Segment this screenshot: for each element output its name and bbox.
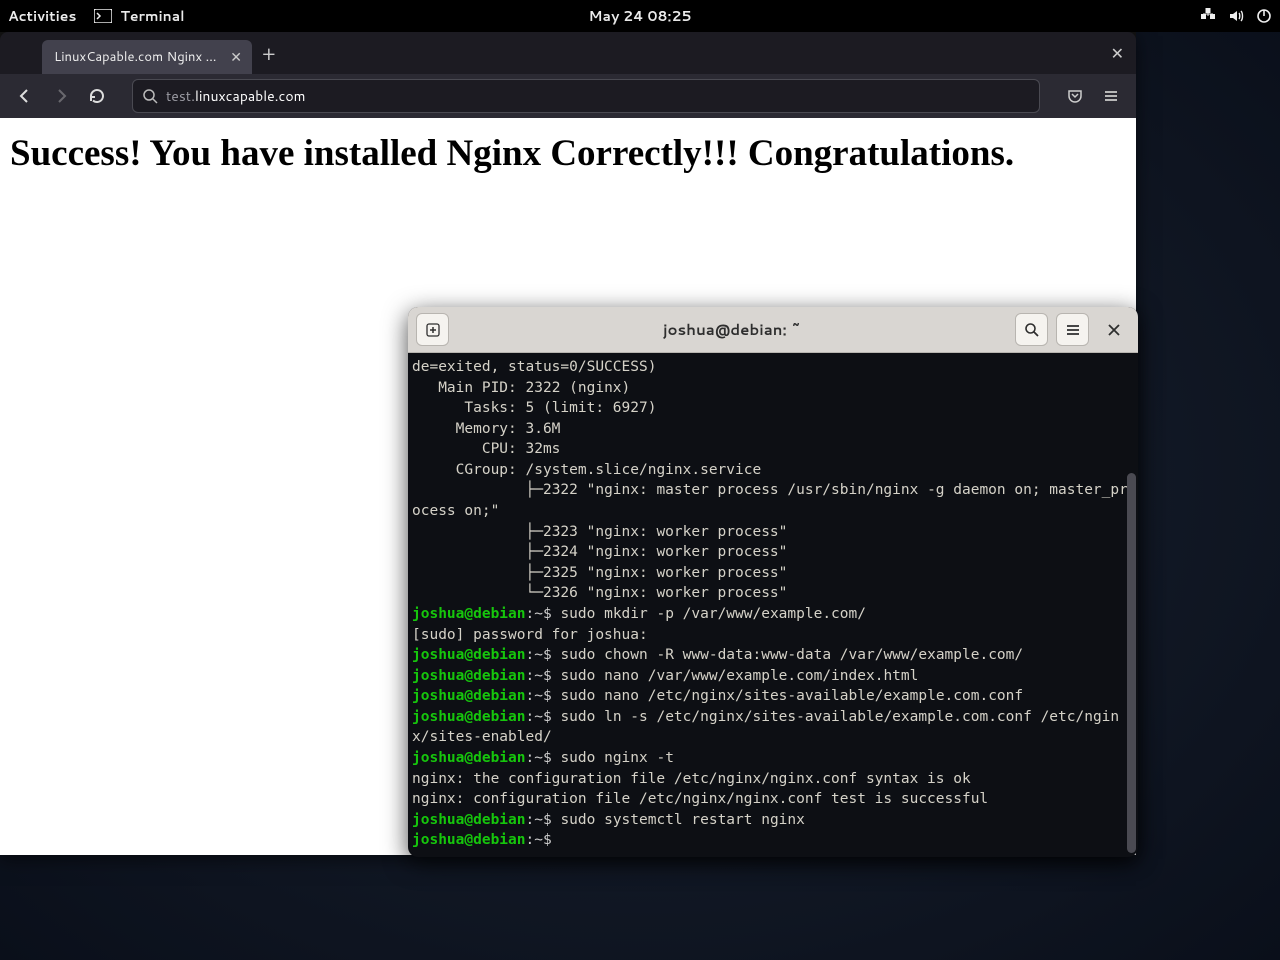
page-heading: Success! You have installed Nginx Correc…: [10, 134, 1126, 175]
hamburger-menu-button[interactable]: [1096, 81, 1126, 111]
back-button[interactable]: [10, 81, 40, 111]
browser-toolbar: test.linuxcapable.com: [0, 74, 1136, 118]
network-icon[interactable]: [1200, 8, 1216, 24]
tab-bar: LinuxCapable.com Nginx Tes ✕ + ✕: [0, 32, 1136, 74]
terminal-window: joshua@debian: ~ de=exited, status=0/SUC…: [408, 307, 1138, 857]
volume-icon[interactable]: [1228, 8, 1244, 24]
tab-title: LinuxCapable.com Nginx Tes: [54, 48, 220, 66]
forward-button: [46, 81, 76, 111]
terminal-new-tab-button[interactable]: [416, 313, 449, 346]
search-icon: [1024, 322, 1040, 338]
terminal-menu-button[interactable]: [1056, 313, 1089, 346]
reload-button[interactable]: [82, 81, 112, 111]
browser-tab[interactable]: LinuxCapable.com Nginx Tes ✕: [42, 40, 252, 74]
terminal-titlebar: joshua@debian: ~: [408, 307, 1138, 353]
terminal-scrollbar[interactable]: [1127, 473, 1136, 853]
search-icon: [143, 89, 158, 104]
active-app-name: Terminal: [120, 6, 184, 26]
terminal-search-button[interactable]: [1015, 313, 1048, 346]
tab-close-icon[interactable]: ✕: [228, 47, 244, 67]
active-app-indicator[interactable]: Terminal: [94, 6, 184, 26]
gnome-topbar: Activities Terminal May 24 08:25: [0, 0, 1280, 32]
power-icon[interactable]: [1256, 8, 1272, 24]
close-icon: [1107, 323, 1121, 337]
window-close-icon[interactable]: ✕: [1111, 42, 1124, 65]
url-bar[interactable]: test.linuxcapable.com: [132, 79, 1040, 113]
terminal-close-button[interactable]: [1097, 313, 1130, 346]
clock[interactable]: May 24 08:25: [589, 6, 692, 26]
terminal-body[interactable]: de=exited, status=0/SUCCESS) Main PID: 2…: [408, 353, 1138, 857]
hamburger-icon: [1065, 322, 1081, 338]
pocket-button[interactable]: [1060, 81, 1090, 111]
url-text: test.linuxcapable.com: [166, 86, 306, 106]
new-tab-button[interactable]: +: [262, 40, 276, 68]
activities-button[interactable]: Activities: [8, 6, 76, 26]
terminal-title: joshua@debian: ~: [457, 319, 1007, 340]
terminal-icon: [94, 9, 112, 23]
